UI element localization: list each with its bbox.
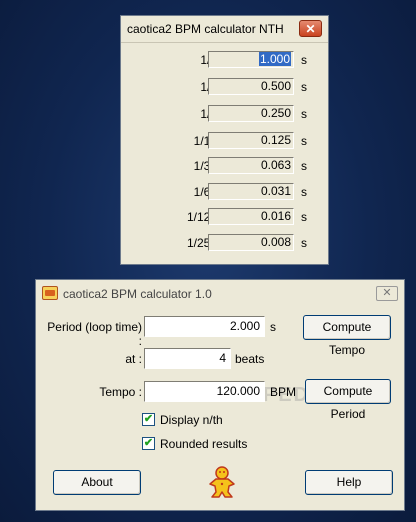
nth-row-unit: s — [301, 107, 307, 121]
beats-unit: beats — [235, 352, 265, 366]
nth-row: 1/32 0.063 s — [121, 157, 328, 175]
period-unit: s — [270, 320, 276, 334]
nth-window-title: caotica2 BPM calculator NTH — [127, 22, 284, 36]
nth-title-bar[interactable]: caotica2 BPM calculator NTH ✕ — [121, 16, 328, 43]
nth-row-value-field[interactable]: 0.031 — [208, 183, 294, 200]
nth-row: 1/64 0.031 s — [121, 183, 328, 201]
about-button[interactable]: About — [53, 470, 141, 495]
rounded-results-checkbox[interactable]: ✔ — [142, 437, 155, 450]
nth-row-value-field[interactable]: 0.250 — [208, 105, 294, 122]
nth-row-unit: s — [301, 53, 307, 67]
display-nth-checkbox[interactable]: ✔ — [142, 413, 155, 426]
nth-row: 1/8 0.250 s — [121, 105, 328, 123]
period-input[interactable]: 2.000 — [144, 316, 265, 337]
display-nth-label[interactable]: Display n/th — [160, 413, 223, 427]
main-window-title: caotica2 BPM calculator 1.0 — [63, 287, 212, 301]
app-icon — [42, 286, 58, 300]
gingerbread-mascot-icon[interactable] — [208, 466, 236, 498]
nth-row-unit: s — [301, 236, 307, 250]
nth-row-unit: s — [301, 134, 307, 148]
beats-input[interactable]: 4 — [144, 348, 231, 369]
nth-row-unit: s — [301, 159, 307, 173]
nth-close-button[interactable]: ✕ — [299, 20, 322, 37]
tempo-unit: BPM — [270, 385, 297, 399]
rounded-results-label[interactable]: Rounded results — [160, 437, 247, 451]
main-close-button[interactable]: ✕ — [376, 286, 398, 301]
compute-tempo-button[interactable]: Compute Tempo — [303, 315, 391, 357]
nth-row: 1/2 1.000 s — [121, 51, 328, 69]
nth-row-value-field[interactable]: 0.125 — [208, 132, 294, 149]
tempo-input[interactable]: 120.000 — [144, 381, 265, 402]
nth-row-unit: s — [301, 210, 307, 224]
nth-row: 1/128 0.016 s — [121, 208, 328, 226]
compute-period-button[interactable]: Compute Period — [305, 379, 391, 421]
nth-row-value: 1.000 — [258, 52, 291, 66]
help-button[interactable]: Help — [305, 470, 393, 495]
main-window: caotica2 BPM calculator 1.0 ✕ SOFTPEDIA … — [35, 279, 405, 511]
period-label: Period (loop time) : — [47, 320, 142, 348]
nth-row-value-field[interactable]: 0.016 — [208, 208, 294, 225]
nth-row: 1/256 0.008 s — [121, 234, 328, 252]
nth-row-value-field[interactable]: 0.008 — [208, 234, 294, 251]
nth-row-value-field[interactable]: 0.500 — [208, 78, 294, 95]
main-title-bar[interactable]: caotica2 BPM calculator 1.0 ✕ — [36, 280, 404, 306]
tempo-label: Tempo : — [99, 385, 142, 399]
at-label: at : — [125, 352, 142, 366]
nth-window: caotica2 BPM calculator NTH ✕ 1/2 1.000 … — [120, 15, 329, 265]
nth-row: 1/4 0.500 s — [121, 78, 328, 96]
nth-row-value-field[interactable]: 0.063 — [208, 157, 294, 174]
nth-row-unit: s — [301, 185, 307, 199]
nth-row-unit: s — [301, 80, 307, 94]
nth-row: 1/16 0.125 s — [121, 132, 328, 150]
nth-row-value-field[interactable]: 1.000 — [208, 51, 294, 68]
